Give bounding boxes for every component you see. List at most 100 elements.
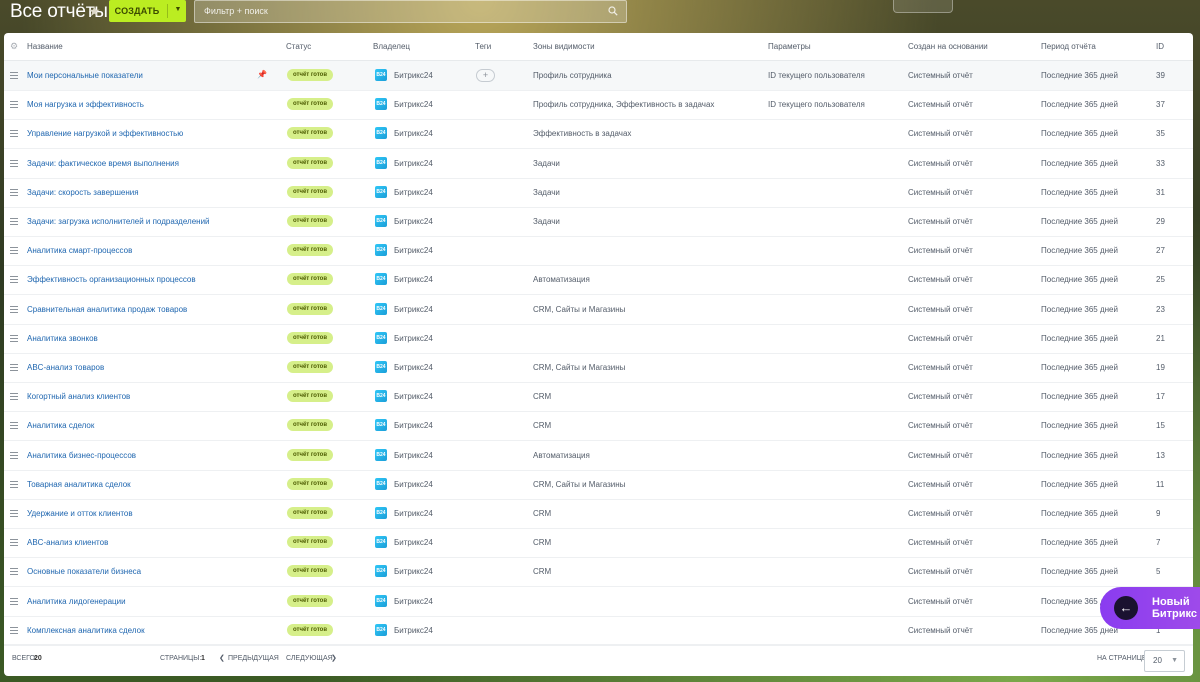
column-zones-header[interactable]: Зоны видимости xyxy=(533,33,595,60)
table-row[interactable]: Аналитика бизнес-процессов отчёт готов B24… xyxy=(4,441,1193,471)
drag-handle-icon[interactable] xyxy=(10,393,18,401)
search-icon[interactable] xyxy=(608,6,618,16)
per-page-select[interactable]: 20 ▼ xyxy=(1144,650,1185,672)
drag-handle-icon[interactable] xyxy=(10,72,18,79)
owner-name[interactable]: Битрикс24 xyxy=(394,528,433,557)
owner-name[interactable]: Битрикс24 xyxy=(394,557,433,586)
report-name-link[interactable]: Аналитика бизнес-процессов xyxy=(27,441,252,470)
per-page-value[interactable]: 20 xyxy=(1153,651,1162,671)
table-row[interactable]: Основные показатели бизнеса отчёт готов B2… xyxy=(4,557,1193,588)
drag-handle-icon[interactable] xyxy=(10,188,18,196)
owner-name[interactable]: Битрикс24 xyxy=(394,382,433,411)
drag-handle-icon[interactable] xyxy=(10,364,18,371)
search-placeholder[interactable]: Фильтр + поиск xyxy=(204,1,268,22)
column-owner-header[interactable]: Владелец xyxy=(373,33,410,60)
table-row[interactable]: Задачи: скорость завершения отчёт готов B2… xyxy=(4,178,1193,208)
report-name-link[interactable]: Удержание и отток клиентов xyxy=(27,499,252,528)
column-params-header[interactable]: Параметры xyxy=(768,33,811,60)
table-row[interactable]: Аналитика смарт-процессов отчёт готов B24 Б… xyxy=(4,236,1193,267)
report-name-link[interactable]: Задачи: скорость завершения xyxy=(27,178,252,207)
add-tag-button[interactable]: + xyxy=(476,69,495,82)
drag-handle-icon[interactable] xyxy=(10,568,18,576)
owner-name[interactable]: Битрикс24 xyxy=(394,178,433,207)
drag-handle-icon[interactable] xyxy=(10,159,18,167)
owner-name[interactable]: Битрикс24 xyxy=(394,61,433,90)
table-row[interactable]: Товарная аналитика сделок отчёт готов B24 Б… xyxy=(4,470,1193,500)
owner-name[interactable]: Битрикс24 xyxy=(394,149,433,178)
table-row[interactable]: Управление нагрузкой и эффективностью отч… xyxy=(4,119,1193,150)
search-input[interactable]: Фильтр + поиск xyxy=(194,0,627,23)
owner-name[interactable]: Битрикс24 xyxy=(394,236,433,265)
prev-page-icon[interactable]: ❮ xyxy=(219,645,225,676)
report-name-link[interactable]: Когортный анализ клиентов xyxy=(27,382,252,411)
next-page-link[interactable]: СЛЕДУЮЩАЯ xyxy=(286,645,333,676)
report-name-link[interactable]: Аналитика звонков xyxy=(27,324,252,353)
table-row[interactable]: Когортный анализ клиентов отчёт готов B24 Б… xyxy=(4,382,1193,413)
drag-handle-icon[interactable] xyxy=(10,276,18,284)
table-row[interactable]: Сравнительная аналитика продаж товаров от… xyxy=(4,295,1193,325)
drag-handle-icon[interactable] xyxy=(10,130,18,138)
star-icon[interactable]: ★ xyxy=(88,4,101,18)
drag-handle-icon[interactable] xyxy=(10,597,18,605)
drag-handle-icon[interactable] xyxy=(10,626,18,634)
gear-icon[interactable]: ⚙ xyxy=(10,42,18,51)
report-name-link[interactable]: Аналитика лидогенерации xyxy=(27,587,252,616)
arrow-left-icon[interactable]: ← xyxy=(1114,596,1138,620)
report-name-link[interactable]: Задачи: фактическое время выполнения xyxy=(27,149,252,178)
owner-name[interactable]: Битрикс24 xyxy=(394,353,433,382)
drag-handle-icon[interactable] xyxy=(10,247,18,255)
report-name-link[interactable]: Сравнительная аналитика продаж товаров xyxy=(27,295,252,324)
column-id-header[interactable]: ID xyxy=(1156,33,1164,60)
prev-page-link[interactable]: ПРЕДЫДУЩАЯ xyxy=(228,645,279,676)
column-period-header[interactable]: Период отчёта xyxy=(1041,33,1096,60)
table-row[interactable]: ABC-анализ клиентов отчёт готов B24 Битрикс… xyxy=(4,528,1193,559)
report-name-link[interactable]: Аналитика сделок xyxy=(27,411,252,440)
pin-icon[interactable]: 📌 xyxy=(257,71,267,79)
owner-name[interactable]: Битрикс24 xyxy=(394,265,433,294)
table-row[interactable]: Удержание и отток клиентов отчёт готов B24… xyxy=(4,499,1193,529)
new-bitrix-promo[interactable]: ← Новый Битрикс xyxy=(1100,587,1200,629)
table-row[interactable]: Аналитика сделок отчёт готов B24 Битрикс24 C… xyxy=(4,411,1193,442)
owner-name[interactable]: Битрикс24 xyxy=(394,324,433,353)
column-status-header[interactable]: Статус xyxy=(286,33,311,60)
table-row[interactable]: Задачи: фактическое время выполнения отчё… xyxy=(4,149,1193,179)
report-name-link[interactable]: ABC-анализ товаров xyxy=(27,353,252,382)
report-name-link[interactable]: Товарная аналитика сделок xyxy=(27,470,252,499)
promo-text[interactable]: Новый Битрикс xyxy=(1152,596,1200,620)
report-name-link[interactable]: Управление нагрузкой и эффективностью xyxy=(27,119,252,148)
owner-name[interactable]: Битрикс24 xyxy=(394,499,433,528)
create-button[interactable]: СОЗДАТЬ ▼ xyxy=(109,0,186,22)
owner-name[interactable]: Битрикс24 xyxy=(394,587,433,616)
owner-name[interactable]: Битрикс24 xyxy=(394,119,433,148)
column-name-header[interactable]: Название xyxy=(27,33,63,60)
drag-handle-icon[interactable] xyxy=(10,305,18,313)
owner-name[interactable]: Битрикс24 xyxy=(394,441,433,470)
owner-name[interactable]: Битрикс24 xyxy=(394,616,433,645)
create-button-label[interactable]: СОЗДАТЬ xyxy=(109,0,165,22)
drag-handle-icon[interactable] xyxy=(10,422,18,430)
owner-name[interactable]: Битрикс24 xyxy=(394,411,433,440)
report-name-link[interactable]: Эффективность организационных процессов xyxy=(27,265,252,294)
report-name-link[interactable]: Моя нагрузка и эффективность xyxy=(27,90,252,119)
drag-handle-icon[interactable] xyxy=(10,451,18,459)
table-row[interactable]: Задачи: загрузка исполнителей и подразде… xyxy=(4,207,1193,237)
report-name-link[interactable]: Комплексная аналитика сделок xyxy=(27,616,252,645)
column-tags-header[interactable]: Теги xyxy=(475,33,491,60)
next-page-icon[interactable]: ❯ xyxy=(331,645,337,676)
owner-name[interactable]: Битрикс24 xyxy=(394,90,433,119)
report-name-link[interactable]: Задачи: загрузка исполнителей и подразде… xyxy=(27,207,252,236)
report-name-link[interactable]: Мои персональные показатели xyxy=(27,61,252,90)
owner-name[interactable]: Битрикс24 xyxy=(394,470,433,499)
owner-name[interactable]: Битрикс24 xyxy=(394,207,433,236)
table-row[interactable]: Эффективность организационных процессов о… xyxy=(4,265,1193,296)
drag-handle-icon[interactable] xyxy=(10,510,18,517)
table-row[interactable]: Комплексная аналитика сделок отчёт готов B… xyxy=(4,616,1193,646)
table-row[interactable]: ABC-анализ товаров отчёт готов B24 Битрикс2… xyxy=(4,353,1193,383)
drag-handle-icon[interactable] xyxy=(10,334,18,342)
report-name-link[interactable]: ABC-анализ клиентов xyxy=(27,528,252,557)
table-row[interactable]: Моя нагрузка и эффективность отчёт готов B… xyxy=(4,90,1193,121)
drag-handle-icon[interactable] xyxy=(10,480,18,488)
table-row[interactable]: Аналитика звонков отчёт готов B24 Битрикс24… xyxy=(4,324,1193,354)
current-page[interactable]: 1 xyxy=(201,645,205,676)
chevron-down-icon[interactable]: ▼ xyxy=(171,0,185,22)
